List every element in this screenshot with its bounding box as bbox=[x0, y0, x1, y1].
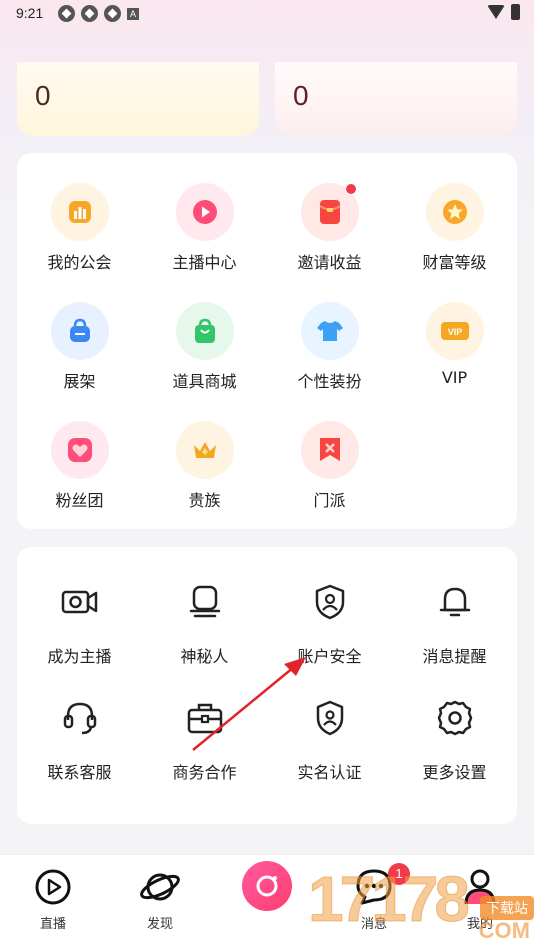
tab-live[interactable]: 直播 bbox=[13, 867, 93, 932]
tab-discover[interactable]: 发现 bbox=[120, 867, 200, 932]
start-live-button[interactable] bbox=[242, 861, 292, 911]
annotation-arrow bbox=[192, 657, 306, 751]
camera-center-icon bbox=[256, 875, 278, 897]
tab-label: 发现 bbox=[146, 917, 173, 932]
watermark-domain: COM bbox=[478, 918, 530, 943]
watermark-logo: 17178 下载站 COM bbox=[308, 862, 534, 950]
watermark-sub: 下载站 bbox=[480, 896, 534, 920]
watermark-main: 17178 bbox=[308, 863, 471, 936]
planet-icon bbox=[140, 873, 180, 901]
play-circle-icon bbox=[35, 869, 71, 905]
tab-label: 直播 bbox=[39, 917, 66, 932]
